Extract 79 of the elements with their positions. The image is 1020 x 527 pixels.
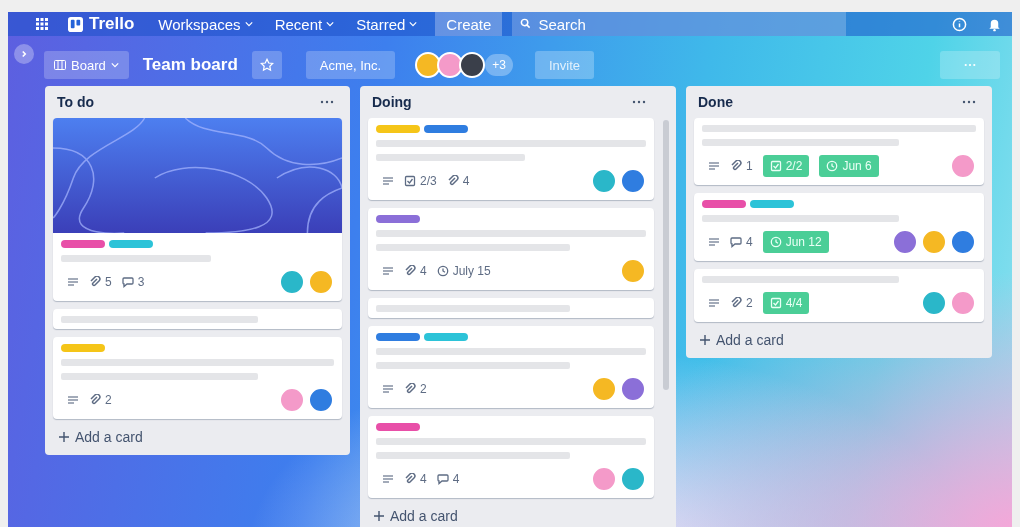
add-card-button[interactable]: Add a card bbox=[53, 423, 149, 451]
list-title[interactable]: To do bbox=[57, 94, 95, 110]
description-icon bbox=[708, 236, 720, 248]
paperclip-icon bbox=[730, 160, 742, 172]
more-icon bbox=[964, 63, 976, 67]
workspace-button[interactable]: Acme, Inc. bbox=[305, 51, 396, 79]
card-badge: 2/2 bbox=[762, 155, 810, 177]
board-columns-icon bbox=[54, 60, 66, 70]
badge-count: 5 bbox=[89, 271, 112, 293]
nav-menu[interactable]: Starred bbox=[350, 15, 424, 33]
caret-icon bbox=[326, 21, 335, 27]
paperclip-icon bbox=[404, 383, 416, 395]
checkbox-icon bbox=[769, 297, 782, 309]
description-icon bbox=[67, 394, 79, 406]
comment-icon bbox=[730, 236, 742, 248]
badge-count: 4 bbox=[436, 468, 460, 490]
task-card[interactable]: 1 2/2 Jun 6 bbox=[694, 118, 984, 185]
comment-icon bbox=[121, 276, 134, 288]
badge-count: 4 bbox=[446, 170, 470, 192]
more-icon bbox=[320, 100, 334, 104]
checkbox-icon bbox=[404, 175, 416, 187]
description-icon bbox=[708, 160, 720, 172]
task-card[interactable]: 4 July 15 bbox=[368, 208, 654, 290]
paperclip-icon bbox=[89, 276, 101, 288]
badge-count: 1 bbox=[730, 155, 753, 177]
description-icon bbox=[382, 265, 394, 277]
clock-icon bbox=[769, 236, 782, 248]
app-logo-text[interactable]: Trello bbox=[89, 14, 135, 34]
card-badge: Jun 6 bbox=[819, 155, 879, 177]
caret-icon bbox=[110, 62, 119, 68]
clock-icon bbox=[436, 265, 449, 277]
plus-icon bbox=[374, 511, 384, 521]
board-logo-icon bbox=[68, 16, 83, 32]
add-card-button[interactable]: Add a card bbox=[694, 326, 790, 354]
more-icon bbox=[962, 100, 976, 104]
description-icon bbox=[708, 297, 720, 309]
list-title[interactable]: Done bbox=[698, 94, 733, 110]
description-icon bbox=[382, 175, 394, 187]
star-button[interactable] bbox=[251, 51, 282, 79]
info-icon[interactable] bbox=[952, 16, 967, 32]
create-button[interactable]: Create bbox=[435, 12, 503, 36]
paperclip-icon bbox=[446, 175, 459, 187]
paperclip-icon bbox=[404, 265, 416, 277]
paperclip-icon bbox=[89, 394, 101, 406]
card-badge: 4/4 bbox=[762, 292, 810, 314]
member-avatar[interactable] bbox=[459, 52, 486, 78]
comment-icon bbox=[436, 473, 449, 485]
list-title[interactable]: Doing bbox=[372, 94, 412, 110]
paperclip-icon bbox=[730, 297, 742, 309]
star-icon bbox=[259, 58, 274, 72]
badge-count: 4 bbox=[404, 260, 427, 282]
card-badge: Jun 12 bbox=[762, 231, 829, 253]
badge-count: 3 bbox=[121, 271, 145, 293]
clock-icon bbox=[826, 160, 839, 172]
badge-count: 4 bbox=[730, 231, 753, 253]
badge-count: 4 bbox=[404, 468, 427, 490]
nav-menu[interactable]: Recent bbox=[268, 15, 341, 33]
badge-count: 2 bbox=[89, 389, 112, 411]
description-icon bbox=[382, 383, 394, 395]
paperclip-icon bbox=[404, 473, 416, 485]
caret-icon bbox=[244, 21, 253, 27]
board-view-button[interactable]: Board bbox=[44, 51, 129, 79]
board-title[interactable]: Team board bbox=[142, 55, 238, 75]
apps-grid-icon[interactable] bbox=[36, 18, 48, 30]
badge-count: 2/3 bbox=[404, 170, 437, 192]
description-icon bbox=[67, 276, 79, 288]
plus-icon bbox=[700, 335, 710, 345]
add-card-button[interactable]: Add a card bbox=[368, 502, 464, 527]
plus-icon bbox=[59, 432, 69, 442]
badge-count: 2 bbox=[730, 292, 753, 314]
badge-count: 2 bbox=[404, 378, 427, 400]
nav-menu[interactable]: Workspaces bbox=[152, 15, 259, 33]
badge-count: July 15 bbox=[436, 260, 491, 282]
description-icon bbox=[382, 473, 394, 485]
more-icon bbox=[632, 100, 646, 104]
search-icon bbox=[520, 18, 532, 29]
caret-icon bbox=[409, 21, 418, 27]
checkbox-icon bbox=[769, 160, 782, 172]
sidebar-toggle-button[interactable] bbox=[14, 44, 34, 64]
